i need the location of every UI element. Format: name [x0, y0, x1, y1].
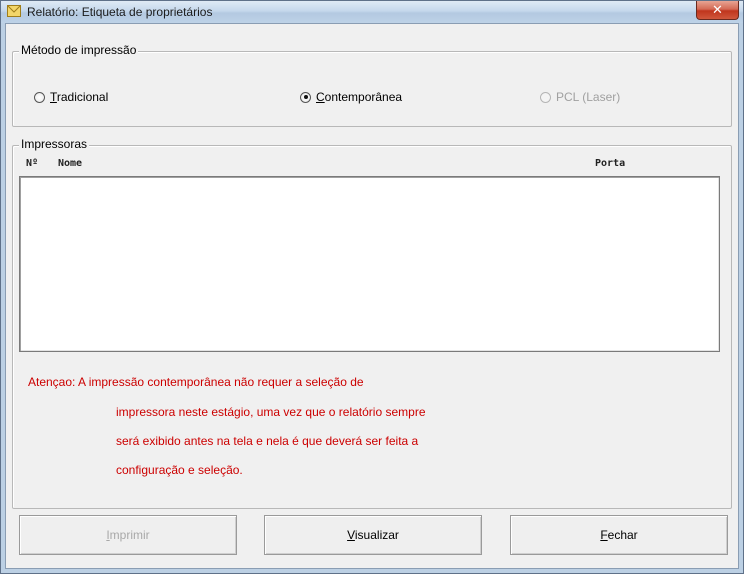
warning-line-1: Atençao: A impressão contemporânea não r… — [28, 375, 364, 389]
close-button[interactable]: Fechar — [510, 515, 728, 555]
close-icon: ✕ — [712, 2, 723, 17]
warning-line-4: configuração e seleção. — [116, 463, 243, 477]
print-method-group: Método de impressão Tradicional Contempo… — [12, 43, 732, 127]
warning-line-2: impressora neste estágio, uma vez que o … — [116, 405, 426, 419]
warning-line-3: será exibido antes na tela e nela é que … — [116, 434, 419, 448]
report-window: Relatório: Etiqueta de proprietários ✕ M… — [0, 0, 744, 574]
close-window-button[interactable]: ✕ — [696, 1, 739, 20]
column-header-name[interactable]: Nome — [58, 158, 82, 169]
radio-traditional-indicator[interactable] — [34, 91, 45, 103]
radio-contemporary-label: Contemporânea — [316, 90, 403, 104]
print-method-legend: Método de impressão — [19, 43, 139, 57]
window-title: Relatório: Etiqueta de proprietários — [27, 5, 213, 19]
printer-list[interactable] — [19, 176, 720, 352]
radio-pcl-laser-indicator — [540, 91, 551, 103]
print-button[interactable]: Imprimir — [19, 515, 237, 555]
radio-pcl-laser: PCL (Laser) — [540, 90, 620, 104]
dialog-client-area: Método de impressão Tradicional Contempo… — [5, 23, 739, 569]
radio-traditional-label: Tradicional — [50, 90, 109, 104]
preview-button[interactable]: Visualizar — [264, 515, 482, 555]
radio-pcl-laser-label: PCL (Laser) — [556, 90, 621, 104]
radio-traditional[interactable]: Tradicional — [34, 90, 108, 104]
column-header-port[interactable]: Porta — [595, 158, 625, 169]
column-header-number[interactable]: Nº — [26, 158, 38, 169]
printers-group: Impressoras Nº Nome Porta Atençao: A imp… — [12, 137, 732, 509]
printers-legend: Impressoras — [19, 137, 90, 151]
radio-contemporary[interactable]: Contemporânea — [300, 90, 402, 104]
envelope-icon — [7, 5, 21, 17]
radio-contemporary-indicator[interactable] — [300, 91, 311, 103]
title-bar[interactable]: Relatório: Etiqueta de proprietários ✕ — [1, 1, 743, 23]
